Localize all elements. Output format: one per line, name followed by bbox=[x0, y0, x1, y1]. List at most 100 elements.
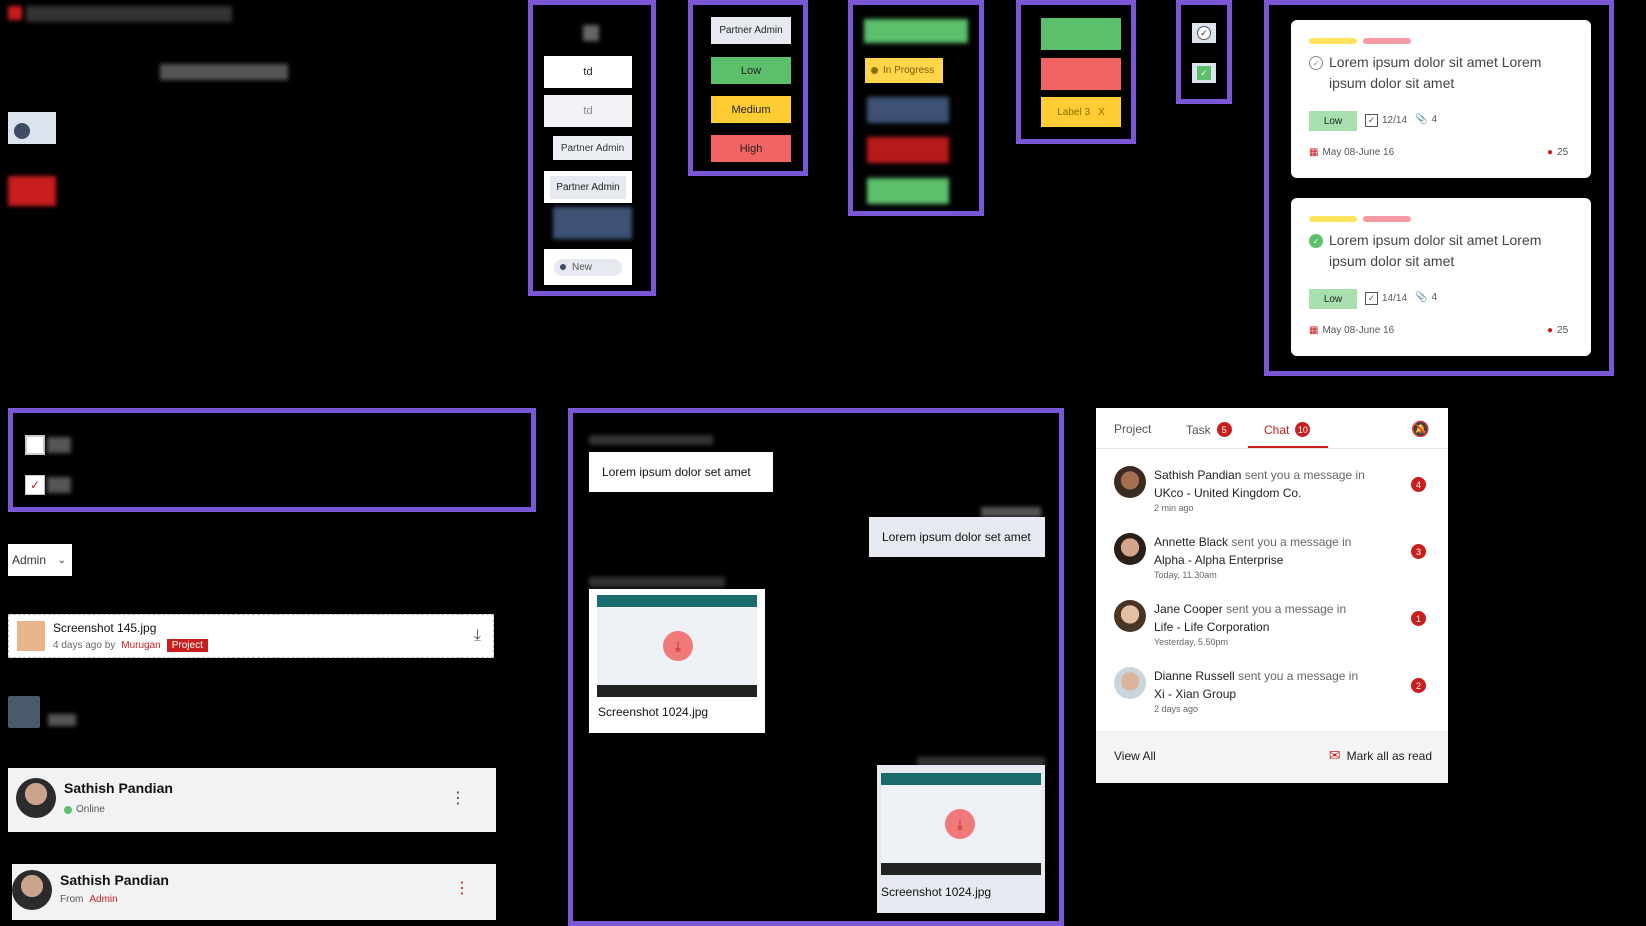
notification-org: Alpha - Alpha Enterprise bbox=[1154, 553, 1284, 567]
attachment-value: 4 bbox=[1431, 114, 1438, 125]
from-role[interactable]: Admin bbox=[89, 894, 117, 905]
task-card[interactable]: ✓ Lorem ipsum dolor sit amet Lorem ipsum… bbox=[1291, 198, 1591, 356]
task-count-badge: 5 bbox=[1216, 422, 1232, 437]
notification-org: Life - Life Corporation bbox=[1154, 620, 1270, 634]
role-select[interactable]: Admin ⌄ bbox=[8, 544, 72, 576]
task-title: Lorem ipsum dolor sit amet Lorem ipsum d… bbox=[1329, 232, 1542, 269]
green-chip[interactable] bbox=[867, 178, 949, 204]
avatar bbox=[1114, 466, 1146, 498]
green-check-icon[interactable]: ✓ bbox=[1192, 63, 1216, 83]
unchecked-checkbox[interactable] bbox=[25, 435, 45, 455]
calendar-icon: ▦ bbox=[1309, 147, 1319, 158]
avatar bbox=[16, 778, 56, 818]
outgoing-message: Lorem ipsum dolor set amet bbox=[869, 517, 1045, 557]
image-attachment[interactable]: ⤓ Screenshot 1024.jpg bbox=[877, 765, 1045, 913]
attachment-name: Screenshot 1024.jpg bbox=[881, 885, 992, 899]
checked-checkbox[interactable]: ✓ bbox=[25, 475, 45, 495]
logo-mark bbox=[8, 6, 22, 20]
td-chip-label: td bbox=[583, 66, 593, 78]
green-label-chip[interactable] bbox=[1041, 18, 1121, 50]
notification-text: Sathish Pandian sent you a message in bbox=[1154, 468, 1365, 482]
notification-item[interactable]: Annette Black sent you a message in Alph… bbox=[1096, 529, 1448, 593]
in-progress-chip[interactable]: In Progress bbox=[865, 58, 943, 83]
profile-name: Sathish Pandian bbox=[60, 872, 169, 888]
red-label-chip[interactable] bbox=[1041, 58, 1121, 90]
more-options-icon[interactable]: ⋮ bbox=[450, 788, 466, 808]
unread-count-badge: 4 bbox=[1411, 477, 1426, 492]
small-avatar-label bbox=[48, 714, 76, 726]
comment-count: ● 25 bbox=[1547, 325, 1568, 336]
incoming-message: Lorem ipsum dolor set amet bbox=[589, 452, 773, 492]
tab-chat[interactable]: Chat 10 bbox=[1264, 422, 1311, 437]
profile-card-from[interactable]: Sathish Pandian From Admin ⋮ bbox=[12, 864, 496, 920]
task-card[interactable]: ✓ Lorem ipsum dolor sit amet Lorem ipsum… bbox=[1291, 20, 1591, 178]
complete-check-icon[interactable]: ✓ bbox=[1309, 234, 1323, 248]
notification-text: Dianne Russell sent you a message in bbox=[1154, 669, 1358, 683]
attachment-count: 📎 4 bbox=[1415, 292, 1437, 303]
toggle-switch[interactable] bbox=[8, 112, 56, 144]
medium-priority-label: Medium bbox=[731, 103, 771, 116]
mark-all-read-label: Mark all as read bbox=[1346, 748, 1432, 763]
td-chip[interactable]: td bbox=[544, 56, 632, 88]
more-options-icon[interactable]: ⋮ bbox=[454, 878, 470, 898]
mute-bell-icon[interactable]: 🔕 bbox=[1411, 420, 1430, 438]
status-dot-icon bbox=[559, 264, 566, 270]
download-image-icon[interactable]: ⤓ bbox=[663, 631, 693, 661]
notification-item[interactable]: Sathish Pandian sent you a message in UK… bbox=[1096, 462, 1448, 526]
blurred-title bbox=[26, 6, 232, 22]
notification-action: sent you a message in bbox=[1238, 669, 1359, 683]
priority-partner-admin-chip[interactable]: Partner Admin bbox=[711, 17, 791, 44]
notification-time: Today, 11.30am bbox=[1154, 570, 1217, 580]
mark-all-read-button[interactable]: ✉ Mark all as read bbox=[1329, 747, 1432, 764]
low-priority-chip[interactable]: Low bbox=[711, 57, 791, 84]
blurred-label bbox=[160, 64, 288, 80]
notifications-footer: View All ✉ Mark all as read bbox=[1096, 731, 1448, 783]
download-icon[interactable]: ⤓ bbox=[474, 627, 481, 645]
notification-sender: Jane Cooper bbox=[1154, 602, 1223, 616]
new-chip-pill: New bbox=[553, 258, 622, 276]
td-chip-muted[interactable]: td bbox=[544, 95, 632, 127]
label-3-chip[interactable]: Label 3 X bbox=[1041, 97, 1121, 127]
notification-item[interactable]: Jane Cooper sent you a message in Life -… bbox=[1096, 596, 1448, 660]
status-chip-frame: td td Partner Admin Partner Admin New bbox=[528, 0, 656, 296]
tag-bar-pink bbox=[1363, 216, 1411, 222]
file-author[interactable]: Murugan bbox=[121, 640, 160, 651]
new-chip[interactable]: New bbox=[544, 249, 632, 285]
file-item[interactable]: Screenshot 145.jpg 4 days ago by Murugan… bbox=[8, 614, 494, 658]
dark-chip[interactable] bbox=[553, 207, 632, 239]
red-block bbox=[8, 176, 56, 206]
remove-label-button[interactable]: X bbox=[1098, 107, 1105, 118]
profile-card-online[interactable]: Sathish Pandian Online ⋮ bbox=[8, 768, 496, 832]
new-chip-label: New bbox=[571, 261, 592, 273]
image-attachment[interactable]: ⤓ Screenshot 1024.jpg bbox=[589, 589, 765, 733]
notification-action: sent you a message in bbox=[1226, 602, 1347, 616]
round-check-icon[interactable]: ✓ bbox=[1192, 23, 1216, 43]
task-priority-chip: Low bbox=[1309, 289, 1357, 309]
notification-item[interactable]: Dianne Russell sent you a message in Xi … bbox=[1096, 663, 1448, 727]
role-select-value: Admin bbox=[12, 553, 47, 567]
green-bar-chip[interactable] bbox=[864, 19, 968, 43]
download-image-icon[interactable]: ⤓ bbox=[945, 809, 975, 839]
attachment-value: 4 bbox=[1431, 292, 1438, 303]
timestamp-blur bbox=[981, 507, 1041, 517]
partner-admin-chip[interactable]: Partner Admin bbox=[553, 136, 632, 160]
view-all-link[interactable]: View All bbox=[1114, 749, 1156, 763]
incoming-message-text: Lorem ipsum dolor set amet bbox=[602, 465, 751, 479]
notification-text: Jane Cooper sent you a message in bbox=[1154, 602, 1346, 616]
tab-chat-label: Chat bbox=[1264, 422, 1290, 437]
partner-admin-chip-outlined[interactable]: Partner Admin bbox=[544, 171, 632, 203]
tab-task[interactable]: Task 5 bbox=[1186, 422, 1232, 437]
high-priority-chip[interactable]: High bbox=[711, 135, 791, 162]
file-meta-time: 4 days ago by bbox=[53, 640, 116, 651]
date-range: ▦ May 08-June 16 bbox=[1309, 147, 1394, 158]
incomplete-check-icon[interactable]: ✓ bbox=[1309, 56, 1323, 70]
tag-bar-pink bbox=[1363, 38, 1411, 44]
priority-partner-admin-label: Partner Admin bbox=[719, 25, 783, 36]
small-avatar[interactable] bbox=[8, 696, 40, 728]
mail-check-icon: ✉ bbox=[1328, 747, 1341, 763]
tab-project[interactable]: Project bbox=[1114, 422, 1151, 436]
red-chip[interactable] bbox=[867, 137, 949, 163]
medium-priority-chip[interactable]: Medium bbox=[711, 96, 791, 123]
checklist-count: ✓ 14/14 bbox=[1365, 292, 1407, 305]
blue-chip[interactable] bbox=[867, 97, 949, 123]
